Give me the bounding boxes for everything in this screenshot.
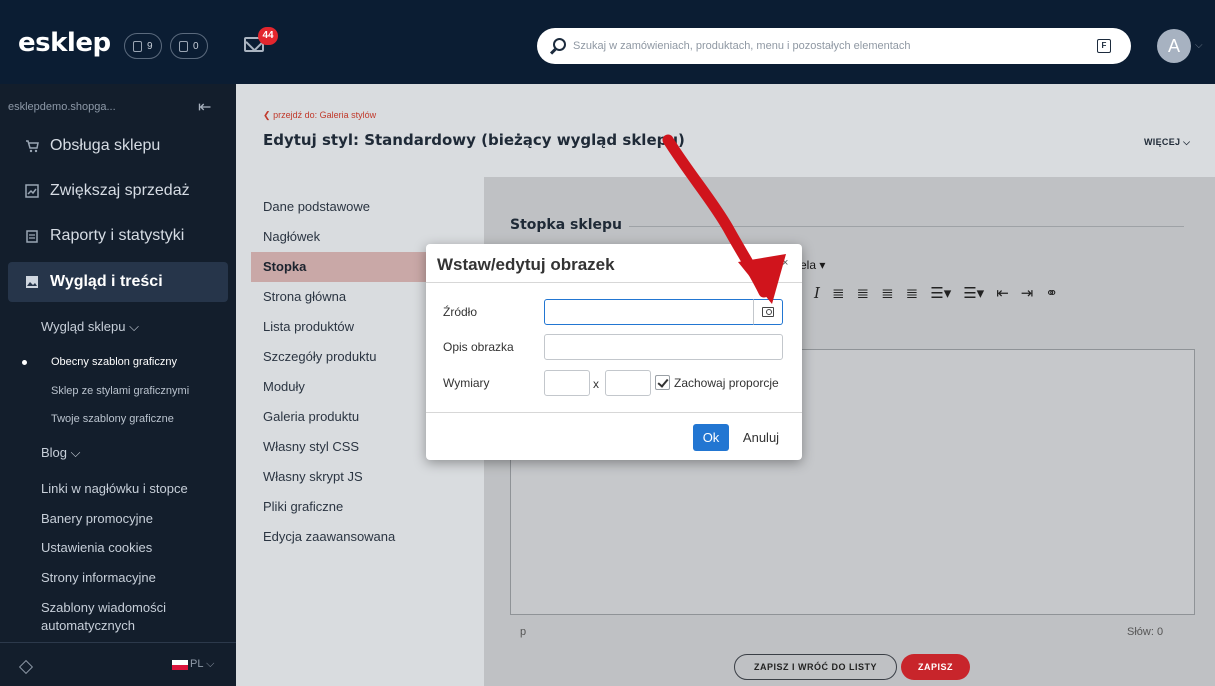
avatar[interactable]: A xyxy=(1157,29,1191,63)
language-label: PL xyxy=(190,658,204,670)
back-link-label: przejdź do: Galeria stylów xyxy=(273,110,377,120)
sidebar-item-raporty[interactable]: Raporty i statystyki xyxy=(8,216,228,256)
sidebar-item-twoje-szablony[interactable]: Twoje szablony graficzne xyxy=(51,413,174,425)
sidebar-item-obsluga[interactable]: Obsługa sklepu xyxy=(8,126,228,166)
pending-count: 0 xyxy=(193,40,199,52)
dimensions-label: Wymiary xyxy=(443,376,490,390)
description-label: Opis obrazka xyxy=(443,340,514,354)
sidebar-item-szablony-wiadomosci[interactable]: Szablony wiadomości automatycznych xyxy=(41,599,191,635)
table-menu[interactable]: ela ▾ xyxy=(800,258,825,272)
layers-icon[interactable] xyxy=(18,659,34,675)
divider xyxy=(629,226,1184,227)
cart-icon xyxy=(25,139,39,153)
pending-counter[interactable]: 0 xyxy=(170,33,208,59)
more-label: WIĘCEJ xyxy=(1144,137,1181,147)
sidebar-item-label: Wygląd i treści xyxy=(50,273,163,290)
image-icon xyxy=(25,275,39,289)
blog-label: Blog xyxy=(41,445,68,460)
chevron-down-icon: ⌵ xyxy=(70,445,81,460)
orders-count: 9 xyxy=(147,40,153,52)
dimension-separator: x xyxy=(593,377,599,391)
insert-image-dialog: Wstaw/edytuj obrazek × Źródło Opis obraz… xyxy=(426,244,802,460)
active-dot xyxy=(22,360,27,365)
element-path: p xyxy=(520,626,527,638)
chevron-left-icon: ❮ xyxy=(263,110,271,120)
description-input[interactable] xyxy=(544,334,783,360)
chevron-down-icon[interactable]: ⌵ xyxy=(1195,40,1203,51)
keep-proportions-checkbox[interactable] xyxy=(655,375,670,390)
language-selector[interactable]: PL ⌵ xyxy=(190,658,214,671)
link-icon[interactable]: ⚭ xyxy=(1045,284,1058,302)
sidebar-item-wyglad[interactable]: Wygląd i treści xyxy=(8,262,228,302)
align-center-icon[interactable]: ≣ xyxy=(857,284,870,302)
sidebar-item-cookies[interactable]: Ustawienia cookies xyxy=(41,539,152,557)
poland-flag-icon xyxy=(172,660,188,670)
keep-proportions-label[interactable]: Zachowaj proporcje xyxy=(674,376,779,390)
ok-button[interactable]: Ok xyxy=(693,424,729,451)
tab-pliki-graficzne[interactable]: Pliki graficzne xyxy=(251,492,484,522)
source-input[interactable] xyxy=(544,299,754,325)
hourglass-icon xyxy=(179,40,188,52)
sidebar-item-label: Zwiększaj sprzedaż xyxy=(50,182,190,199)
document-icon xyxy=(133,40,142,52)
browse-image-icon xyxy=(762,307,774,317)
tab-wlasny-skrypt-js[interactable]: Własny skrypt JS xyxy=(251,462,484,492)
sidebar-item-obecny-szablon[interactable]: Obecny szablon graficzny xyxy=(51,356,177,368)
back-link[interactable]: ❮ przejdź do: Galeria stylów xyxy=(263,110,376,121)
align-left-icon[interactable]: ≣ xyxy=(832,284,845,302)
search-input[interactable] xyxy=(573,28,1093,64)
cancel-button[interactable]: Anuluj xyxy=(736,424,786,451)
align-justify-icon[interactable]: ≣ xyxy=(906,284,919,302)
source-label: Źródło xyxy=(443,305,478,319)
mail-count-badge: 44 xyxy=(258,27,278,45)
page-title: Edytuj styl: Standardowy (bieżący wygląd… xyxy=(263,131,685,149)
sidebar-item-sklep-ze-stylami[interactable]: Sklep ze stylami graficznymi xyxy=(51,385,189,397)
report-icon xyxy=(25,229,39,243)
outdent-icon[interactable]: ⇤ xyxy=(996,284,1009,302)
align-right-icon[interactable]: ≣ xyxy=(881,284,894,302)
section-title: Stopka sklepu xyxy=(510,217,622,233)
italic-icon[interactable]: I xyxy=(814,284,820,302)
sidebar-item-label: Obsługa sklepu xyxy=(50,137,161,154)
editor-toolbar: I ≣ ≣ ≣ ≣ ☰▾ ☰▾ ⇤ ⇥ ⚭ xyxy=(814,284,1058,302)
keyboard-shortcut-icon: F xyxy=(1097,39,1111,53)
sidebar-item-linki[interactable]: Linki w nagłówku i stopce xyxy=(41,480,188,498)
tab-dane-podstawowe[interactable]: Dane podstawowe xyxy=(251,192,484,222)
width-input[interactable] xyxy=(544,370,590,396)
divider xyxy=(426,412,802,413)
sidebar-item-banery[interactable]: Banery promocyjne xyxy=(41,510,153,528)
chart-icon xyxy=(25,184,39,198)
more-menu[interactable]: WIĘCEJ ⌵ xyxy=(1144,137,1190,148)
shop-domain: esklepdemo.shopga... xyxy=(8,101,116,113)
sidebar-item-blog[interactable]: Blog ⌵ xyxy=(41,444,81,462)
top-bar: esklep 9 0 44 F A ⌵ xyxy=(0,0,1215,84)
sidebar-item-sprzedaz[interactable]: Zwiększaj sprzedaż xyxy=(8,171,228,211)
close-icon[interactable]: × xyxy=(782,257,788,269)
numbered-list-icon[interactable]: ☰▾ xyxy=(963,284,984,302)
action-bar: ZAPISZ I WRÓĆ DO LISTY ZAPISZ xyxy=(484,644,1215,686)
global-search: F xyxy=(537,28,1131,64)
tab-edycja-zaawansowana[interactable]: Edycja zaawansowana xyxy=(251,522,484,552)
dialog-title: Wstaw/edytuj obrazek xyxy=(437,255,615,274)
chevron-down-icon: ⌵ xyxy=(129,319,139,334)
divider xyxy=(426,282,802,283)
sidebar: esklepdemo.shopga... ⇤ Obsługa sklepu Zw… xyxy=(0,84,236,686)
orders-counter[interactable]: 9 xyxy=(124,33,162,59)
sidebar-footer: PL ⌵ xyxy=(0,642,236,686)
indent-icon[interactable]: ⇥ xyxy=(1021,284,1034,302)
height-input[interactable] xyxy=(605,370,651,396)
sidebar-item-label: Raporty i statystyki xyxy=(50,227,185,244)
browse-image-button[interactable] xyxy=(753,299,783,325)
save-and-back-button[interactable]: ZAPISZ I WRÓĆ DO LISTY xyxy=(734,654,897,680)
collapse-sidebar-icon[interactable]: ⇤ xyxy=(198,97,211,117)
word-count: Słów: 0 xyxy=(1127,626,1164,638)
group-label: Wygląd sklepu xyxy=(41,319,126,334)
sidebar-item-strony[interactable]: Strony informacyjne xyxy=(41,569,156,587)
esklep-logo[interactable]: esklep xyxy=(18,28,111,58)
bullet-list-icon[interactable]: ☰▾ xyxy=(930,284,951,302)
save-button[interactable]: ZAPISZ xyxy=(901,654,970,680)
sidebar-group-wyglad-sklepu[interactable]: Wygląd sklepu ⌵ xyxy=(41,319,139,335)
search-icon xyxy=(553,38,566,51)
